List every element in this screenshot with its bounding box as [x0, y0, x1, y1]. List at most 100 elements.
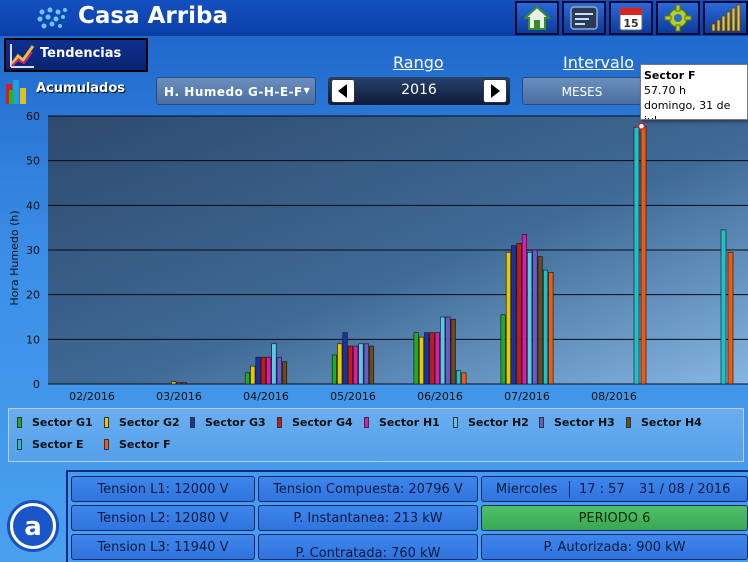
legend-swatch — [104, 417, 109, 428]
bar-sector-g3[interactable] — [255, 356, 261, 385]
x-tick-label: 08/2016 — [591, 390, 637, 403]
bar-sector-g2[interactable] — [418, 336, 425, 385]
bar-sector-h2[interactable] — [527, 251, 533, 385]
bar-sector-h3[interactable] — [532, 249, 538, 385]
bar-sector-e[interactable] — [720, 229, 727, 385]
rango-next-button[interactable] — [483, 79, 507, 103]
home-icon — [524, 5, 550, 30]
bar-sector-e[interactable] — [455, 370, 462, 385]
home-button[interactable] — [515, 1, 559, 35]
bar-sector-g2[interactable] — [337, 343, 343, 385]
legend-swatch — [17, 417, 22, 428]
bar-sector-h4[interactable] — [537, 256, 543, 385]
legend-item-sector-g1[interactable]: Sector G1 — [17, 416, 93, 429]
legend-item-sector-g3[interactable]: Sector G3 — [190, 416, 266, 429]
bar-sector-e[interactable] — [542, 269, 549, 385]
bar-sector-g4[interactable] — [429, 332, 435, 385]
sidebar-item-tendencias[interactable]: Tendencias — [4, 38, 148, 72]
calendar-button[interactable]: 15 — [609, 1, 653, 35]
bar-sector-g3[interactable] — [424, 332, 430, 385]
sector-selector-value: H. Humedo G-H-E-F — [164, 85, 303, 99]
legend-item-sector-h1[interactable]: Sector H1 — [364, 416, 440, 429]
status-panel: Tension L1: 12000 V Tension L2: 12080 V … — [66, 470, 748, 562]
bar-sector-g2[interactable] — [171, 381, 177, 385]
bar-sector-g2[interactable] — [250, 365, 256, 385]
acumulados-label: Acumulados — [36, 81, 126, 96]
bar-sector-f[interactable] — [461, 372, 467, 385]
legend-swatch — [277, 417, 282, 428]
bar-sector-g4[interactable] — [347, 345, 353, 385]
bar-sector-h3[interactable] — [445, 316, 451, 385]
legend-item-sector-g4[interactable]: Sector G4 — [277, 416, 353, 429]
sidebar-item-acumulados[interactable]: Acumulados — [4, 76, 148, 106]
day-text: Miercoles — [496, 482, 558, 497]
legend-swatch — [190, 417, 195, 428]
legend-swatch — [17, 439, 22, 450]
y-tick-label: 50 — [26, 155, 40, 168]
arrow-left-icon — [338, 84, 347, 98]
time-text: 17 : 57 — [579, 482, 625, 497]
tooltip-value: 57.70 h — [644, 84, 686, 97]
bar-sector-g1[interactable] — [331, 354, 338, 385]
rango-label: Rango — [393, 53, 444, 72]
tension-l1: Tension L1: 12000 V — [71, 476, 255, 502]
bar-sector-h4[interactable] — [368, 345, 375, 385]
panel-button[interactable] — [562, 1, 606, 35]
datetime-display: Miercoles 17 : 57 31 / 08 / 2016 — [481, 476, 748, 502]
bar-sector-h1[interactable] — [266, 356, 272, 385]
legend-item-sector-e[interactable]: Sector E — [17, 438, 84, 451]
svg-text:a: a — [24, 512, 42, 542]
bar-sector-g4[interactable] — [176, 382, 182, 385]
bar-sector-f[interactable] — [548, 272, 554, 385]
hover-marker — [637, 122, 646, 131]
y-tick-label: 0 — [33, 378, 40, 391]
tendencias-label: Tendencias — [40, 46, 122, 61]
settings-button[interactable] — [656, 1, 700, 35]
legend-item-sector-f[interactable]: Sector F — [104, 438, 171, 451]
bar-sector-h1[interactable] — [434, 332, 440, 385]
bar-sector-h2[interactable] — [358, 343, 364, 385]
intervalo-value: MESES — [561, 85, 603, 99]
x-tick-label: 05/2016 — [330, 390, 376, 403]
legend-item-sector-g2[interactable]: Sector G2 — [104, 416, 180, 429]
trend-chart-icon — [10, 44, 35, 68]
chevron-down-icon[interactable]: ▼ — [301, 80, 313, 102]
legend-label: Sector G1 — [32, 416, 93, 429]
bar-sector-h3[interactable] — [363, 343, 369, 385]
signal-button[interactable] — [703, 1, 748, 35]
bar-sector-e[interactable] — [633, 126, 640, 385]
legend-swatch — [539, 417, 544, 428]
bar-sector-g4[interactable] — [260, 356, 266, 385]
y-axis-label: Hora Humedo (h) — [8, 210, 21, 305]
bar-sector-h1[interactable] — [521, 234, 527, 385]
legend-item-sector-h3[interactable]: Sector H3 — [539, 416, 615, 429]
bar-sector-f[interactable] — [640, 125, 647, 385]
tension-l3: Tension L3: 11940 V — [71, 534, 255, 560]
bar-sector-g3[interactable] — [342, 332, 348, 385]
bar-sector-g1[interactable] — [500, 314, 506, 385]
bar-sector-h4[interactable] — [450, 318, 456, 385]
chart-legend: Sector G1 Sector G2 Sector G3 Sector G4 Sect… — [8, 408, 744, 462]
bar-sector-g4[interactable] — [516, 243, 522, 385]
bar-sector-g1[interactable] — [244, 372, 250, 385]
bar-sector-g3[interactable] — [511, 245, 517, 385]
bar-chart: 0 10 20 30 40 50 60 02/2016 03/2016 04/2016 05/20… — [8, 110, 748, 403]
sector-selector[interactable]: H. Humedo G-H-E-F ▼ — [156, 77, 316, 105]
bar-sector-h1[interactable] — [353, 345, 359, 385]
bar-sector-f[interactable] — [727, 251, 734, 385]
legend-item-sector-h4[interactable]: Sector H4 — [626, 416, 702, 429]
bar-sector-h4[interactable] — [181, 382, 187, 385]
bar-sector-h3[interactable] — [276, 356, 282, 385]
bar-sector-h2[interactable] — [271, 343, 277, 385]
brand-logo-icon: a — [13, 506, 53, 546]
rango-prev-button[interactable] — [331, 79, 355, 103]
bar-sector-g2[interactable] — [505, 251, 512, 385]
y-tick-label: 30 — [26, 244, 40, 257]
bar-sector-h2[interactable] — [440, 316, 446, 385]
intervalo-selector[interactable]: MESES — [522, 77, 642, 105]
bar-sector-g1[interactable] — [413, 332, 419, 385]
y-tick-label: 20 — [26, 289, 40, 302]
bar-sector-h4[interactable] — [281, 361, 288, 385]
legend-item-sector-h2[interactable]: Sector H2 — [453, 416, 529, 429]
legend-label: Sector H1 — [379, 416, 440, 429]
